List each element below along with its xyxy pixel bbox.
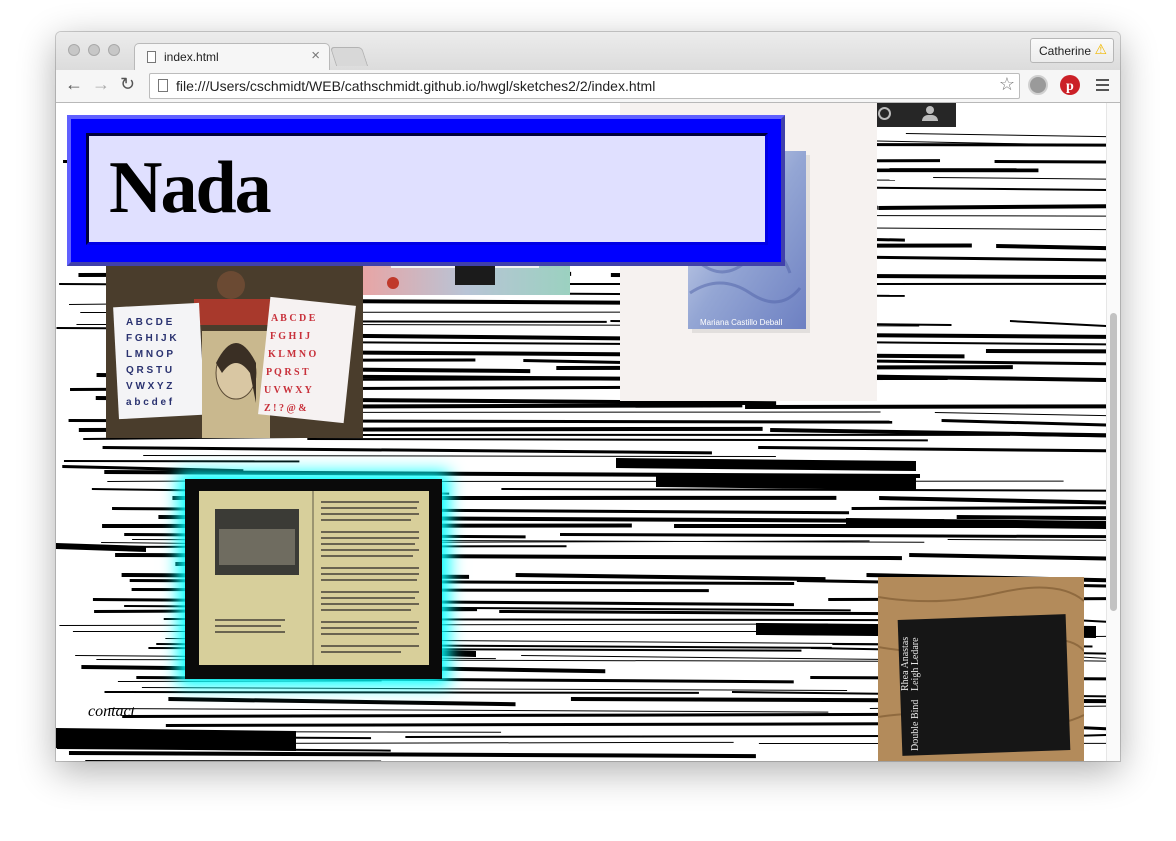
pinterest-icon[interactable]: p — [1060, 75, 1080, 95]
close-window-button[interactable] — [68, 44, 80, 56]
profile-name: Catherine — [1039, 44, 1092, 58]
svg-text:A B C D E: A B C D E — [126, 317, 173, 328]
svg-text:P Q R S T: P Q R S T — [266, 367, 309, 378]
profile-button[interactable]: Catherine ⚠ — [1030, 38, 1114, 63]
double-bind-book-photo[interactable]: Double Bind Rhea Anastas Leigh Ledare — [878, 577, 1084, 761]
user-icon[interactable] — [926, 106, 934, 114]
site-icon-bar — [876, 103, 956, 127]
warning-icon: ⚠ — [1094, 41, 1107, 57]
browser-window: index.html × Catherine ⚠ ← → ↻ file:///U… — [56, 32, 1120, 761]
page-icon — [158, 79, 168, 92]
tab-close-icon[interactable]: × — [311, 47, 320, 64]
alphabet-posters-photo[interactable]: A B C D EF G H I J K L M N O PQ R S T U … — [106, 263, 363, 438]
svg-text:F G H I J: F G H I J — [270, 331, 310, 342]
zoom-window-button[interactable] — [108, 44, 120, 56]
svg-text:F G H I J K: F G H I J K — [126, 333, 177, 344]
url-text[interactable]: file:///Users/cschmidt/WEB/cathschmidt.g… — [176, 78, 655, 94]
address-bar[interactable]: file:///Users/cschmidt/WEB/cathschmidt.g… — [149, 73, 1020, 99]
user-icon-body — [922, 115, 938, 121]
svg-text:Q R S T U: Q R S T U — [126, 365, 172, 376]
forward-button[interactable]: → — [92, 74, 110, 95]
book-title: Double Bind — [910, 700, 921, 751]
file-icon — [147, 51, 156, 63]
tab-index[interactable]: index.html × — [134, 43, 330, 71]
menu-icon[interactable] — [1096, 79, 1109, 91]
svg-text:V W X Y Z: V W X Y Z — [126, 381, 172, 392]
scrollbar[interactable] — [1106, 103, 1120, 761]
scrollbar-thumb[interactable] — [1110, 313, 1117, 611]
search-icon[interactable] — [878, 107, 891, 120]
svg-text:A B C D E: A B C D E — [271, 313, 316, 324]
minimize-window-button[interactable] — [88, 44, 100, 56]
title-banner: Nada — [67, 115, 785, 266]
svg-text:a b c d e f: a b c d e f — [126, 397, 173, 408]
browser-toolbar: ← → ↻ file:///Users/cschmidt/WEB/cathsch… — [56, 70, 1120, 103]
new-tab-button[interactable] — [329, 47, 369, 66]
title-bar: index.html × Catherine ⚠ — [56, 32, 1120, 71]
svg-text:K L M N O: K L M N O — [268, 349, 317, 360]
book-spread-photo[interactable] — [185, 479, 442, 679]
page-viewport: Mariana Castillo Deball A B C D E F G H I… — [56, 103, 1120, 761]
blue-book-text: Mariana Castillo Deball — [700, 318, 782, 327]
back-button[interactable]: ← — [65, 74, 83, 95]
bookmark-star-icon[interactable]: ☆ — [999, 74, 1015, 95]
reload-button[interactable]: ↻ — [120, 74, 135, 95]
svg-text:p: p — [1066, 79, 1074, 94]
contact-link[interactable]: contact — [88, 703, 135, 721]
svg-text:Z ! ? @ &: Z ! ? @ & — [264, 403, 307, 414]
page-title: Nada — [109, 147, 272, 229]
book-author-2: Leigh Ledare — [910, 637, 921, 691]
svg-text:L M N O P: L M N O P — [126, 349, 173, 360]
title-panel: Nada — [86, 133, 768, 245]
tab-title: index.html — [164, 50, 219, 64]
svg-text:U V W X Y: U V W X Y — [264, 385, 313, 396]
download-icon[interactable] — [1028, 75, 1048, 95]
